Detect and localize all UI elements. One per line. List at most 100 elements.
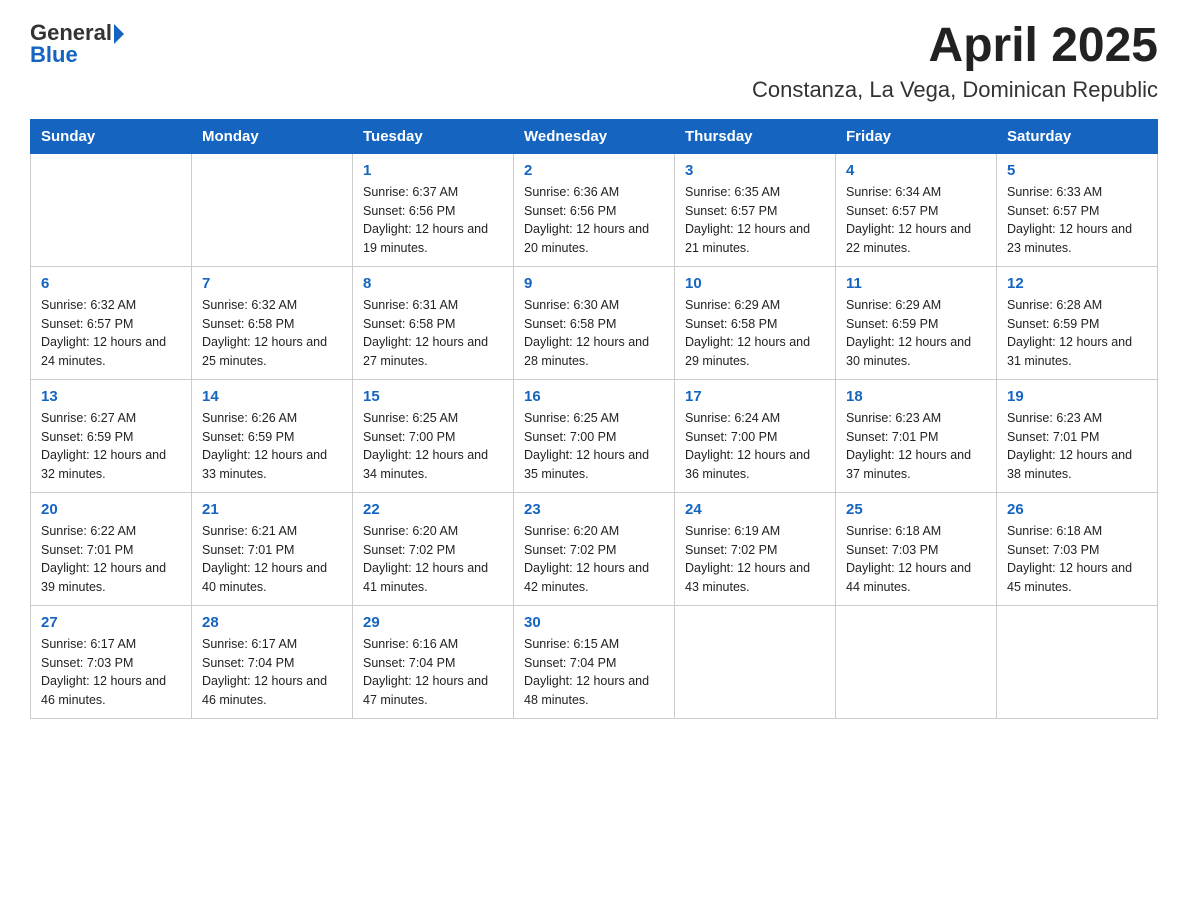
calendar-cell: 24 Sunrise: 6:19 AMSunset: 7:02 PMDayligh… [675,492,836,605]
day-number: 6 [41,275,181,292]
page-header: General Blue April 2025 Constanza, La Ve… [30,20,1158,103]
week-row-2: 6 Sunrise: 6:32 AMSunset: 6:57 PMDaylight… [31,266,1158,379]
location-subtitle: Constanza, La Vega, Dominican Republic [752,77,1158,103]
day-info: Sunrise: 6:29 AMSunset: 6:58 PMDaylight:… [685,296,825,371]
day-info: Sunrise: 6:30 AMSunset: 6:58 PMDaylight:… [524,296,664,371]
day-info: Sunrise: 6:31 AMSunset: 6:58 PMDaylight:… [363,296,503,371]
calendar-cell: 9 Sunrise: 6:30 AMSunset: 6:58 PMDaylight… [514,266,675,379]
day-info: Sunrise: 6:20 AMSunset: 7:02 PMDaylight:… [524,522,664,597]
day-info: Sunrise: 6:24 AMSunset: 7:00 PMDaylight:… [685,409,825,484]
calendar-cell: 28 Sunrise: 6:17 AMSunset: 7:04 PMDayligh… [192,605,353,718]
calendar-cell [31,153,192,266]
weekday-header-row: SundayMondayTuesdayWednesdayThursdayFrid… [31,119,1158,153]
weekday-header-thursday: Thursday [675,119,836,153]
day-info: Sunrise: 6:25 AMSunset: 7:00 PMDaylight:… [363,409,503,484]
day-info: Sunrise: 6:18 AMSunset: 7:03 PMDaylight:… [846,522,986,597]
week-row-1: 1 Sunrise: 6:37 AMSunset: 6:56 PMDaylight… [31,153,1158,266]
calendar-cell: 26 Sunrise: 6:18 AMSunset: 7:03 PMDayligh… [997,492,1158,605]
day-number: 11 [846,275,986,292]
calendar-cell: 13Sunrise: 6:27 AMSunset: 6:59 PMDayligh… [31,379,192,492]
title-block: April 2025 Constanza, La Vega, Dominican… [752,20,1158,103]
calendar-cell [836,605,997,718]
weekday-header-saturday: Saturday [997,119,1158,153]
day-number: 15 [363,388,503,405]
day-number: 4 [846,162,986,179]
weekday-header-friday: Friday [836,119,997,153]
day-number: 28 [202,614,342,631]
calendar-cell: 29 Sunrise: 6:16 AMSunset: 7:04 PMDayligh… [353,605,514,718]
day-info: Sunrise: 6:16 AMSunset: 7:04 PMDaylight:… [363,635,503,710]
weekday-header-sunday: Sunday [31,119,192,153]
day-info: Sunrise: 6:32 AMSunset: 6:57 PMDaylight:… [41,296,181,371]
calendar-cell: 20Sunrise: 6:22 AMSunset: 7:01 PMDayligh… [31,492,192,605]
day-info: Sunrise: 6:19 AMSunset: 7:02 PMDaylight:… [685,522,825,597]
weekday-header-wednesday: Wednesday [514,119,675,153]
day-number: 24 [685,501,825,518]
day-number: 7 [202,275,342,292]
calendar-cell: 30Sunrise: 6:15 AMSunset: 7:04 PMDayligh… [514,605,675,718]
calendar-cell: 8 Sunrise: 6:31 AMSunset: 6:58 PMDaylight… [353,266,514,379]
day-number: 21 [202,501,342,518]
weekday-header-tuesday: Tuesday [353,119,514,153]
day-number: 25 [846,501,986,518]
calendar-cell: 25 Sunrise: 6:18 AMSunset: 7:03 PMDayligh… [836,492,997,605]
day-info: Sunrise: 6:25 AMSunset: 7:00 PMDaylight:… [524,409,664,484]
day-info: Sunrise: 6:15 AMSunset: 7:04 PMDaylight:… [524,635,664,710]
week-row-5: 27Sunrise: 6:17 AMSunset: 7:03 PMDayligh… [31,605,1158,718]
day-info: Sunrise: 6:36 AMSunset: 6:56 PMDaylight:… [524,183,664,258]
day-info: Sunrise: 6:29 AMSunset: 6:59 PMDaylight:… [846,296,986,371]
day-info: Sunrise: 6:28 AMSunset: 6:59 PMDaylight:… [1007,296,1147,371]
week-row-4: 20Sunrise: 6:22 AMSunset: 7:01 PMDayligh… [31,492,1158,605]
calendar-cell: 11 Sunrise: 6:29 AMSunset: 6:59 PMDayligh… [836,266,997,379]
calendar-cell: 7 Sunrise: 6:32 AMSunset: 6:58 PMDaylight… [192,266,353,379]
calendar-cell: 21 Sunrise: 6:21 AMSunset: 7:01 PMDayligh… [192,492,353,605]
logo-blue-text: Blue [30,42,78,68]
day-info: Sunrise: 6:23 AMSunset: 7:01 PMDaylight:… [1007,409,1147,484]
day-info: Sunrise: 6:23 AMSunset: 7:01 PMDaylight:… [846,409,986,484]
calendar-table: SundayMondayTuesdayWednesdayThursdayFrid… [30,119,1158,719]
day-number: 18 [846,388,986,405]
calendar-cell: 10 Sunrise: 6:29 AMSunset: 6:58 PMDayligh… [675,266,836,379]
day-info: Sunrise: 6:18 AMSunset: 7:03 PMDaylight:… [1007,522,1147,597]
calendar-cell: 3 Sunrise: 6:35 AMSunset: 6:57 PMDaylight… [675,153,836,266]
calendar-cell: 15 Sunrise: 6:25 AMSunset: 7:00 PMDayligh… [353,379,514,492]
calendar-cell: 14Sunrise: 6:26 AMSunset: 6:59 PMDayligh… [192,379,353,492]
calendar-cell [192,153,353,266]
day-info: Sunrise: 6:21 AMSunset: 7:01 PMDaylight:… [202,522,342,597]
calendar-cell: 4 Sunrise: 6:34 AMSunset: 6:57 PMDaylight… [836,153,997,266]
week-row-3: 13Sunrise: 6:27 AMSunset: 6:59 PMDayligh… [31,379,1158,492]
month-year-title: April 2025 [752,20,1158,73]
calendar-cell: 6 Sunrise: 6:32 AMSunset: 6:57 PMDaylight… [31,266,192,379]
calendar-cell: 5Sunrise: 6:33 AMSunset: 6:57 PMDaylight… [997,153,1158,266]
calendar-cell: 19Sunrise: 6:23 AMSunset: 7:01 PMDayligh… [997,379,1158,492]
day-info: Sunrise: 6:32 AMSunset: 6:58 PMDaylight:… [202,296,342,371]
calendar-cell: 17 Sunrise: 6:24 AMSunset: 7:00 PMDayligh… [675,379,836,492]
day-info: Sunrise: 6:37 AMSunset: 6:56 PMDaylight:… [363,183,503,258]
day-number: 27 [41,614,181,631]
day-number: 22 [363,501,503,518]
day-info: Sunrise: 6:35 AMSunset: 6:57 PMDaylight:… [685,183,825,258]
calendar-cell [997,605,1158,718]
calendar-cell: 27Sunrise: 6:17 AMSunset: 7:03 PMDayligh… [31,605,192,718]
day-number: 29 [363,614,503,631]
weekday-header-monday: Monday [192,119,353,153]
day-number: 3 [685,162,825,179]
day-number: 12 [1007,275,1147,292]
day-info: Sunrise: 6:17 AMSunset: 7:04 PMDaylight:… [202,635,342,710]
calendar-cell: 12 Sunrise: 6:28 AMSunset: 6:59 PMDayligh… [997,266,1158,379]
calendar-cell: 16Sunrise: 6:25 AMSunset: 7:00 PMDayligh… [514,379,675,492]
day-info: Sunrise: 6:27 AMSunset: 6:59 PMDaylight:… [41,409,181,484]
day-number: 1 [363,162,503,179]
calendar-cell: 23Sunrise: 6:20 AMSunset: 7:02 PMDayligh… [514,492,675,605]
day-number: 17 [685,388,825,405]
day-number: 10 [685,275,825,292]
day-number: 5 [1007,162,1147,179]
day-number: 8 [363,275,503,292]
calendar-cell: 1 Sunrise: 6:37 AMSunset: 6:56 PMDaylight… [353,153,514,266]
day-number: 26 [1007,501,1147,518]
calendar-cell [675,605,836,718]
day-number: 9 [524,275,664,292]
calendar-cell: 22 Sunrise: 6:20 AMSunset: 7:02 PMDayligh… [353,492,514,605]
day-info: Sunrise: 6:20 AMSunset: 7:02 PMDaylight:… [363,522,503,597]
day-info: Sunrise: 6:34 AMSunset: 6:57 PMDaylight:… [846,183,986,258]
